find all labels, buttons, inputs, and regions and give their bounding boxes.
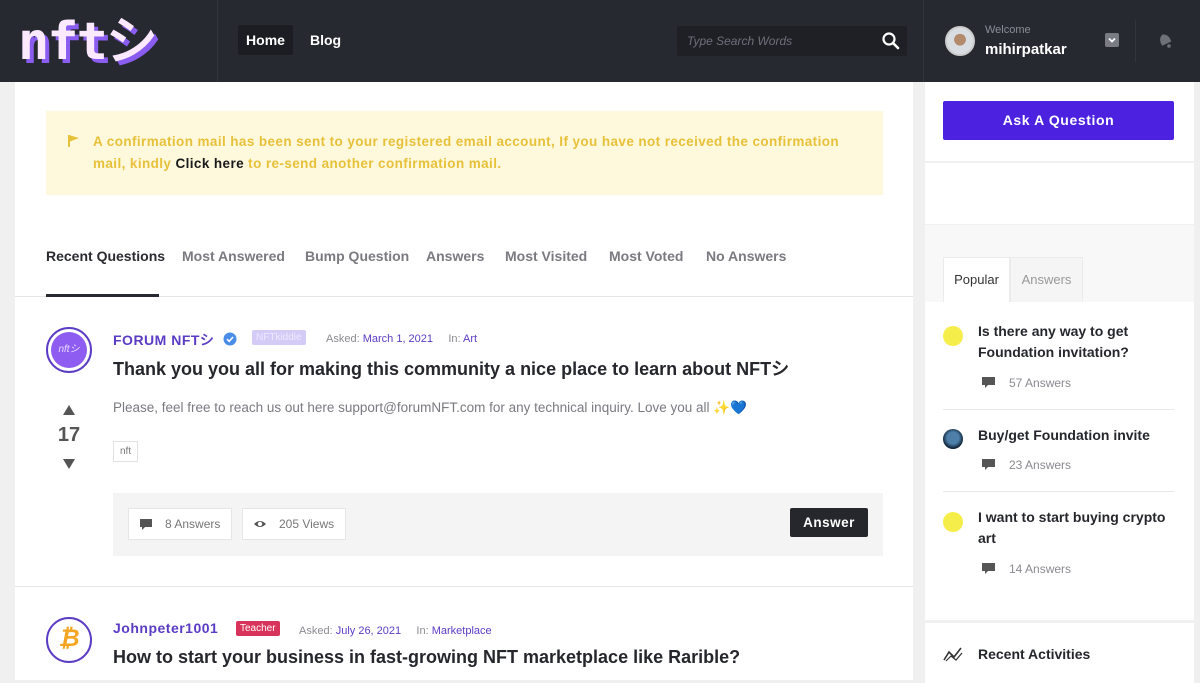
- notification-bell-icon[interactable]: [1155, 30, 1175, 50]
- question-meta: Asked: July 26, 2021 In: Marketplace: [299, 625, 492, 637]
- answers-count: 57 Answers: [1009, 376, 1072, 390]
- author-name[interactable]: Johnpeter1001: [113, 620, 218, 636]
- nav-home[interactable]: Home: [238, 25, 293, 55]
- question-meta: Asked: March 1, 2021 In: Art: [326, 333, 477, 345]
- user-menu-dropdown[interactable]: [1105, 33, 1119, 47]
- divider: [1135, 20, 1136, 62]
- views-label: 205 Views: [279, 517, 335, 531]
- divider: [923, 0, 924, 82]
- username[interactable]: mihirpatkar: [985, 41, 1067, 58]
- divider: [217, 0, 218, 82]
- views-count: 205 Views: [242, 508, 347, 540]
- chevron-down-icon: [1108, 37, 1116, 43]
- comment-icon: [982, 377, 995, 388]
- divider: [943, 409, 1174, 410]
- flag-icon: [68, 135, 79, 147]
- empty-widget: [925, 163, 1194, 224]
- popular-title[interactable]: I want to start buying crypto art: [978, 507, 1168, 549]
- main-content: A confirmation mail has been sent to you…: [15, 82, 913, 680]
- user-badge: Teacher: [236, 621, 280, 636]
- comment-icon: [982, 563, 995, 574]
- comment-icon: [140, 519, 152, 530]
- asked-date[interactable]: March 1, 2021: [363, 333, 433, 345]
- author-avatar[interactable]: nftシ: [46, 327, 92, 373]
- avatar-logo: nftシ: [51, 332, 87, 368]
- popular-title[interactable]: Is there any way to get Foundation invit…: [978, 321, 1168, 363]
- popular-answers: 23 Answers: [978, 458, 1071, 472]
- comment-icon: [982, 459, 995, 470]
- recent-activities-title: Recent Activities: [978, 646, 1091, 662]
- answers-count: 8 Answers: [165, 517, 221, 531]
- asked-date[interactable]: July 26, 2021: [336, 625, 401, 637]
- widget-tabs: Popular Answers: [925, 225, 1194, 302]
- answer-button[interactable]: Answer: [790, 508, 868, 537]
- question-tabs: Recent Questions Most Answered Bump Ques…: [15, 232, 913, 297]
- question-item: nftシ FORUM NFTシ NFTkiddie Asked: March 1…: [15, 297, 913, 587]
- activity-chart-icon: [943, 647, 963, 662]
- eye-icon: [254, 521, 266, 527]
- author-avatar[interactable]: ₿: [46, 617, 92, 663]
- tab-most-voted[interactable]: Most Voted: [609, 248, 683, 264]
- bitcoin-icon: ₿: [58, 625, 80, 652]
- divider: [943, 491, 1174, 492]
- search-icon[interactable]: [881, 31, 901, 51]
- vote-count: 17: [57, 424, 81, 446]
- confirmation-alert: A confirmation mail has been sent to you…: [46, 111, 883, 195]
- popular-answers: 57 Answers: [978, 376, 1071, 390]
- tag-nft[interactable]: nft: [113, 441, 139, 462]
- verified-badge-icon: [223, 332, 237, 346]
- vote-up-icon[interactable]: [62, 404, 76, 416]
- item-avatar: [943, 429, 963, 449]
- category-link[interactable]: Marketplace: [432, 625, 492, 637]
- question-title[interactable]: How to start your business in fast-growi…: [113, 647, 740, 668]
- question-title[interactable]: Thank you you all for making this commun…: [113, 355, 789, 381]
- answers-count-button[interactable]: 8 Answers: [128, 508, 233, 540]
- asked-label: Asked:: [299, 625, 333, 637]
- category-link[interactable]: Art: [463, 333, 477, 345]
- tab-popular[interactable]: Popular: [943, 257, 1010, 302]
- question-excerpt: Please, feel free to reach us out here s…: [113, 400, 747, 415]
- question-item: ₿ Johnpeter1001 Teacher Asked: July 26, …: [15, 587, 913, 680]
- vote-down-icon[interactable]: [62, 458, 76, 470]
- tab-no-answers[interactable]: No Answers: [706, 248, 786, 264]
- tab-recent-questions[interactable]: Recent Questions: [46, 248, 165, 264]
- item-avatar: [943, 512, 963, 532]
- author-name[interactable]: FORUM NFTシ: [113, 330, 214, 350]
- question-footer: 8 Answers 205 Views Answer: [113, 493, 883, 556]
- tab-answers[interactable]: Answers: [426, 248, 484, 264]
- in-label: In:: [448, 333, 461, 345]
- tab-widget-answers[interactable]: Answers: [1010, 257, 1083, 302]
- user-avatar[interactable]: [945, 26, 975, 56]
- tab-most-answered[interactable]: Most Answered: [182, 248, 285, 264]
- search-box: [677, 26, 907, 56]
- resend-confirmation-link[interactable]: Click here: [175, 156, 244, 171]
- site-logo[interactable]: nftシ: [18, 14, 188, 70]
- ask-question-button[interactable]: Ask A Question: [943, 101, 1174, 140]
- ask-card: Ask A Question: [925, 82, 1194, 161]
- nav-blog[interactable]: Blog: [302, 25, 349, 55]
- popular-title[interactable]: Buy/get Foundation invite: [978, 425, 1168, 446]
- popular-list: Is there any way to get Foundation invit…: [925, 302, 1194, 620]
- top-navbar: nftシ Home Blog Welcome mihirpatkar: [0, 0, 1200, 82]
- user-badge: NFTkiddie: [252, 330, 306, 345]
- asked-label: Asked:: [326, 333, 360, 345]
- answers-count: 23 Answers: [1009, 458, 1072, 472]
- item-avatar: [943, 326, 963, 346]
- in-label: In:: [416, 625, 429, 637]
- answers-count: 14 Answers: [1009, 562, 1072, 576]
- logo-text: nftシ: [18, 12, 158, 72]
- popular-answers: 14 Answers: [978, 562, 1071, 576]
- search-input[interactable]: [677, 26, 867, 56]
- alert-text-end: to re-send another confirmation mail.: [244, 156, 502, 171]
- tab-most-visited[interactable]: Most Visited: [505, 248, 587, 264]
- recent-activities-widget: Recent Activities: [925, 623, 1194, 683]
- tab-bump-question[interactable]: Bump Question: [305, 248, 409, 264]
- welcome-label: Welcome: [985, 24, 1031, 36]
